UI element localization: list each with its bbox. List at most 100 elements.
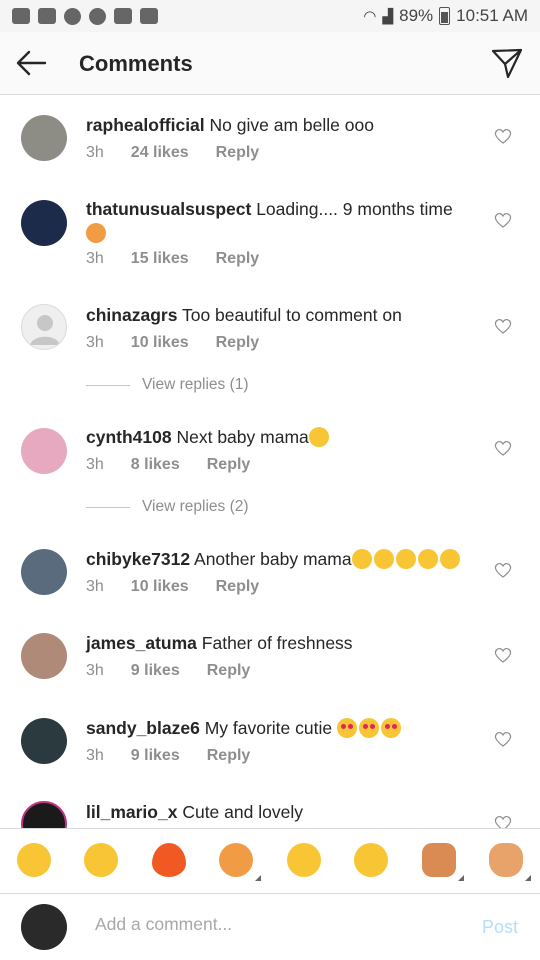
my-avatar bbox=[21, 904, 67, 950]
avatar[interactable] bbox=[21, 200, 67, 246]
avatar[interactable] bbox=[21, 115, 67, 161]
reply-button[interactable]: Reply bbox=[207, 456, 251, 473]
like-count[interactable]: 8 likes bbox=[131, 456, 180, 473]
view-replies-button[interactable]: View replies (1) bbox=[86, 376, 249, 394]
comment-age: 3h bbox=[86, 456, 104, 473]
battery-icon bbox=[439, 7, 451, 25]
avatar[interactable] bbox=[21, 304, 67, 350]
woozy-emoji-icon[interactable] bbox=[354, 843, 388, 877]
reply-button[interactable]: Reply bbox=[216, 578, 260, 595]
gmail-icon bbox=[12, 8, 30, 24]
comment-username[interactable]: james_atuma bbox=[86, 633, 197, 653]
comment-composer: Post bbox=[0, 894, 540, 960]
comment-meta: 3h 10 likes Reply bbox=[86, 578, 286, 596]
comment-input[interactable] bbox=[95, 914, 455, 935]
comment-username[interactable]: sandy_blaze6 bbox=[86, 718, 200, 738]
avatar[interactable] bbox=[21, 801, 67, 828]
ok-hand-emoji-icon[interactable] bbox=[489, 843, 531, 881]
comment-age: 3h bbox=[86, 662, 104, 679]
joy-emoji-icon bbox=[417, 549, 438, 569]
comment-username[interactable]: lil_mario_x bbox=[86, 802, 177, 822]
heart-icon[interactable] bbox=[494, 815, 512, 828]
fist-emoji-icon[interactable] bbox=[422, 843, 464, 881]
rofl-emoji-icon[interactable] bbox=[11, 837, 57, 883]
back-arrow-icon[interactable] bbox=[14, 46, 48, 80]
comment-text: thatunusualsuspect Loading.... 9 months … bbox=[86, 197, 480, 245]
avatar[interactable] bbox=[21, 549, 67, 595]
joy-emoji-icon[interactable] bbox=[84, 843, 118, 877]
header: Comments bbox=[0, 32, 540, 95]
joy-emoji-icon bbox=[373, 549, 394, 569]
post-button[interactable]: Post bbox=[482, 917, 518, 938]
status-bar: ◠ ▟ 89% 10:51 AM bbox=[0, 0, 540, 32]
view-replies-button[interactable]: View replies (2) bbox=[86, 498, 249, 516]
baby-emoji-icon bbox=[86, 223, 106, 243]
replies-divider bbox=[86, 384, 130, 386]
comment-meta: 3h 15 likes Reply bbox=[86, 250, 286, 268]
like-count[interactable]: 10 likes bbox=[131, 578, 189, 595]
comment-meta: 3h 8 likes Reply bbox=[86, 456, 277, 474]
comment-text: chinazagrs Too beautiful to comment on bbox=[86, 305, 402, 325]
comment-meta: 3h 9 likes Reply bbox=[86, 662, 277, 680]
comment-age: 3h bbox=[86, 747, 104, 764]
fire-emoji-icon[interactable] bbox=[152, 843, 186, 877]
heart-icon[interactable] bbox=[494, 731, 512, 747]
avatar[interactable] bbox=[21, 718, 67, 764]
whatsapp-business-icon bbox=[89, 7, 106, 25]
heart-icon[interactable] bbox=[494, 128, 512, 144]
comment-username[interactable]: raphealofficial bbox=[86, 115, 205, 135]
comment-age: 3h bbox=[86, 578, 104, 595]
heart-icon[interactable] bbox=[494, 318, 512, 334]
comment-meta: 3h 24 likes Reply bbox=[86, 144, 286, 162]
avatar[interactable] bbox=[21, 633, 67, 679]
comment-username[interactable]: chibyke7312 bbox=[86, 549, 190, 569]
message-icon bbox=[38, 8, 56, 24]
like-count[interactable]: 15 likes bbox=[131, 250, 189, 267]
reply-button[interactable]: Reply bbox=[207, 662, 251, 679]
comment-username[interactable]: cynth4108 bbox=[86, 427, 172, 447]
heart-icon[interactable] bbox=[494, 440, 512, 456]
signal-icon: ▟ bbox=[382, 7, 394, 24]
reply-button[interactable]: Reply bbox=[216, 250, 260, 267]
notification-icons bbox=[12, 7, 158, 25]
heart-icon[interactable] bbox=[494, 562, 512, 578]
reply-button[interactable]: Reply bbox=[207, 747, 251, 764]
comment-text: cynth4108 Next baby mama bbox=[86, 425, 480, 449]
replies-divider bbox=[86, 506, 130, 508]
heart-eyes-emoji-icon bbox=[336, 718, 357, 738]
comment-age: 3h bbox=[86, 250, 104, 267]
comment-username[interactable]: chinazagrs bbox=[86, 305, 177, 325]
like-count[interactable]: 10 likes bbox=[131, 334, 189, 351]
battery-percent: 89% bbox=[399, 6, 434, 25]
comment-list[interactable]: raphealofficial No give am belle ooo 3h 2… bbox=[0, 96, 540, 828]
emoji-quick-bar bbox=[0, 828, 540, 894]
heart-eyes-emoji-icon bbox=[358, 718, 379, 738]
grin-emoji-icon[interactable] bbox=[287, 843, 321, 877]
heart-eyes-emoji-icon bbox=[380, 718, 401, 738]
comment-text: chibyke7312 Another baby mama bbox=[86, 547, 500, 571]
comment-age: 3h bbox=[86, 144, 104, 161]
heart-icon[interactable] bbox=[494, 647, 512, 663]
wifi-icon: ◠ bbox=[363, 8, 377, 25]
joy-emoji-icon bbox=[351, 549, 372, 569]
reply-button[interactable]: Reply bbox=[216, 144, 260, 161]
comment-text: raphealofficial No give am belle ooo bbox=[86, 115, 374, 135]
clock: 10:51 AM bbox=[456, 6, 528, 25]
image-icon bbox=[114, 8, 132, 24]
reply-button[interactable]: Reply bbox=[216, 334, 260, 351]
hushed-face-emoji-icon bbox=[308, 427, 329, 447]
avatar[interactable] bbox=[21, 428, 67, 474]
whatsapp-icon bbox=[64, 7, 81, 25]
comment-text: lil_mario_x Cute and lovely bbox=[86, 802, 303, 822]
like-count[interactable]: 24 likes bbox=[131, 144, 189, 161]
direct-message-icon[interactable] bbox=[490, 46, 524, 80]
comment-meta: 3h 9 likes Reply bbox=[86, 747, 277, 765]
joy-emoji-icon bbox=[395, 549, 416, 569]
heart-icon[interactable] bbox=[494, 212, 512, 228]
like-count[interactable]: 9 likes bbox=[131, 662, 180, 679]
baby-emoji-icon[interactable] bbox=[219, 843, 261, 881]
page-title: Comments bbox=[79, 51, 193, 76]
like-count[interactable]: 9 likes bbox=[131, 747, 180, 764]
comment-text: sandy_blaze6 My favorite cutie bbox=[86, 716, 480, 740]
comment-username[interactable]: thatunusualsuspect bbox=[86, 199, 251, 219]
